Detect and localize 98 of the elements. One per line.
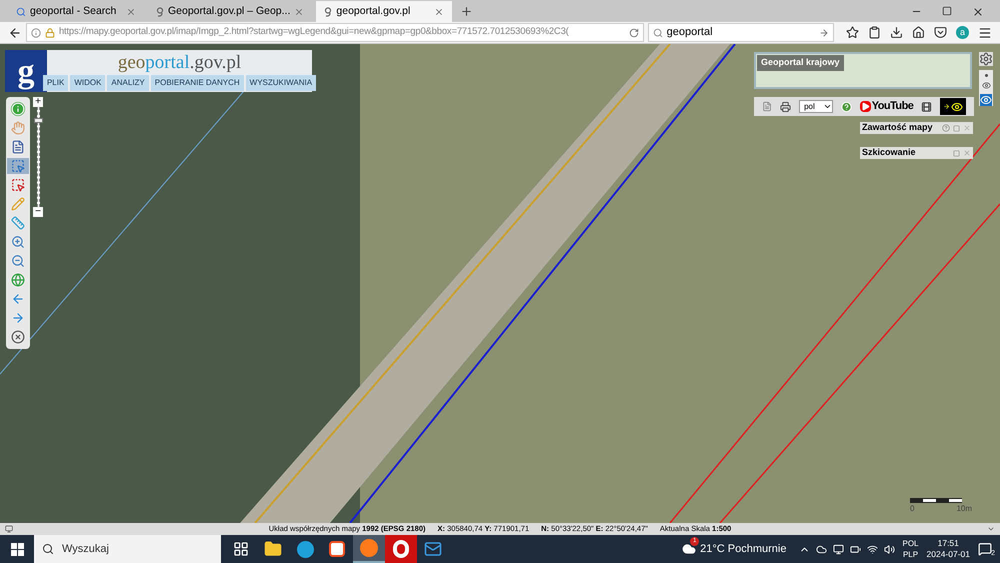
globe-icon bbox=[11, 273, 25, 287]
list-icon[interactable] bbox=[762, 101, 772, 112]
scale-bar-icon bbox=[910, 498, 962, 503]
panel-header[interactable]: Zawartość mapy bbox=[860, 122, 973, 134]
close-icon[interactable] bbox=[972, 6, 984, 18]
panel-title: Szkicowanie bbox=[862, 146, 917, 160]
task-view-icon bbox=[233, 541, 249, 557]
logo-text: geoportal.gov.pl bbox=[118, 51, 242, 75]
download-icon[interactable] bbox=[890, 26, 904, 39]
url-text: https://mapy.geoportal.gov.pl/imap/Imgp_2.html?startwg=wgLegend&gui=new&gpmap=gp0&bbox=771572.7012530693%2C3( bbox=[58, 25, 570, 40]
menu-icon[interactable] bbox=[978, 26, 992, 40]
eye-icon[interactable] bbox=[982, 81, 990, 90]
close-icon[interactable] bbox=[126, 6, 136, 16]
logo-mark: g bbox=[5, 50, 47, 92]
caret-icon bbox=[822, 102, 832, 111]
tab-title: geoportal.gov.pl bbox=[336, 4, 412, 19]
circle-x-icon bbox=[11, 330, 25, 344]
eye-toggle-button[interactable] bbox=[940, 98, 966, 115]
ruler-icon bbox=[11, 216, 25, 230]
search-value: geoportal bbox=[666, 25, 714, 40]
search-icon bbox=[652, 28, 663, 38]
menu-item[interactable]: WYSZUKIWANIA bbox=[246, 75, 316, 91]
menu-item[interactable]: PLIK bbox=[42, 75, 68, 91]
aerial-map[interactable]: g geoportal.gov.pl PLIK WIDOK ANALIZY POBIERANIE DANYCH WYSZUKIWANIA + − Geoportal krajowy pol YouTube Zawartość mapy Szkicowanie 0 10m bbox=[0, 44, 1000, 523]
pocket-icon[interactable] bbox=[934, 26, 948, 39]
play-icon bbox=[860, 101, 871, 112]
store-icon bbox=[329, 541, 345, 557]
tab-title: geoportal - Search bbox=[30, 4, 118, 19]
tab-title: Geoportal.gov.pl – Geop... bbox=[168, 4, 290, 19]
zoom-in-button[interactable]: + bbox=[33, 97, 43, 107]
monitor-icon[interactable] bbox=[832, 544, 844, 554]
print-icon[interactable] bbox=[780, 100, 792, 112]
weather-text: 21°C Pochmurnie bbox=[700, 542, 786, 557]
address-field[interactable]: https://mapy.geoportal.gov.pl/imap/Imgp_2.html?startwg=wgLegend&gui=new&gpmap=gp0&bbox=771572.7012530693%2C3( bbox=[26, 23, 644, 42]
scale-label: 0 bbox=[910, 503, 914, 515]
lock-icon bbox=[44, 28, 55, 38]
bookmark-star-icon[interactable] bbox=[846, 26, 860, 39]
browser-tab[interactable]: geoportal.gov.pl bbox=[316, 1, 452, 22]
reload-icon[interactable] bbox=[628, 28, 639, 38]
browser-icon bbox=[296, 540, 314, 558]
mail-icon bbox=[424, 540, 442, 558]
cloud-icon[interactable] bbox=[816, 544, 826, 554]
scale-label: 10m bbox=[956, 503, 972, 515]
search-icon bbox=[42, 543, 54, 555]
selection-icon bbox=[11, 159, 25, 173]
left-arrow-icon bbox=[11, 292, 25, 306]
eye-icon bbox=[951, 100, 964, 112]
taskbar-search-field[interactable]: Wyszukaj bbox=[34, 535, 221, 563]
pencil-icon bbox=[11, 197, 25, 211]
info-icon bbox=[30, 28, 41, 38]
close-icon[interactable] bbox=[434, 6, 444, 16]
back-icon[interactable] bbox=[8, 26, 22, 40]
clock-time[interactable]: 17:51 bbox=[938, 538, 959, 549]
zoom-in-icon bbox=[11, 235, 25, 249]
search-field[interactable]: geoportal bbox=[648, 23, 834, 42]
speech-bubble-icon bbox=[978, 542, 992, 556]
info-icon bbox=[11, 102, 25, 116]
language-indicator[interactable]: POL bbox=[902, 538, 919, 549]
menu-item[interactable]: ANALIZY bbox=[107, 75, 149, 91]
volume-icon[interactable] bbox=[884, 544, 894, 554]
help-icon[interactable] bbox=[942, 124, 950, 132]
clipboard-icon[interactable] bbox=[868, 26, 882, 39]
folder-icon bbox=[264, 540, 282, 558]
language-select[interactable]: pol bbox=[799, 100, 833, 113]
film-reel-icon[interactable] bbox=[921, 100, 932, 112]
zoom-slider-thumb[interactable] bbox=[34, 118, 42, 124]
selection-icon bbox=[11, 178, 25, 192]
site-icon bbox=[324, 6, 332, 16]
arrow-icon bbox=[943, 103, 950, 110]
caret-icon[interactable] bbox=[987, 525, 995, 533]
home-icon[interactable] bbox=[912, 26, 926, 39]
menu-item[interactable]: WIDOK bbox=[70, 75, 106, 91]
settings-icon[interactable] bbox=[979, 52, 993, 66]
windows-logo-icon[interactable] bbox=[11, 542, 24, 556]
close-icon[interactable] bbox=[294, 6, 304, 16]
search-icon bbox=[16, 6, 26, 16]
menu-item[interactable]: POBIERANIE DANYCH bbox=[150, 75, 244, 91]
window-icon[interactable] bbox=[5, 525, 13, 533]
zoom-out-icon bbox=[11, 254, 25, 268]
browser-icon bbox=[393, 540, 409, 558]
network-icon[interactable] bbox=[866, 544, 878, 554]
site-icon bbox=[156, 6, 164, 16]
hand-icon bbox=[11, 121, 25, 135]
right-arrow-icon bbox=[11, 311, 25, 325]
document-icon bbox=[11, 140, 25, 154]
eye-icon[interactable] bbox=[980, 94, 992, 106]
clock-date[interactable]: 2024-07-01 bbox=[926, 549, 970, 560]
new-tab-icon[interactable] bbox=[460, 5, 474, 18]
youtube-logo[interactable]: YouTube bbox=[860, 98, 914, 115]
zoom-out-button[interactable]: − bbox=[33, 207, 43, 217]
cloud-icon bbox=[682, 542, 696, 556]
maximize-icon[interactable] bbox=[942, 6, 952, 16]
go-icon[interactable] bbox=[819, 28, 830, 38]
panel-title: Zawartość mapy bbox=[862, 121, 934, 134]
overview-map-title[interactable]: Geoportal krajowy bbox=[757, 55, 844, 70]
battery-icon[interactable] bbox=[850, 544, 860, 554]
keyboard-layout-indicator[interactable]: PLP bbox=[902, 549, 918, 560]
browser-icon bbox=[360, 539, 378, 557]
